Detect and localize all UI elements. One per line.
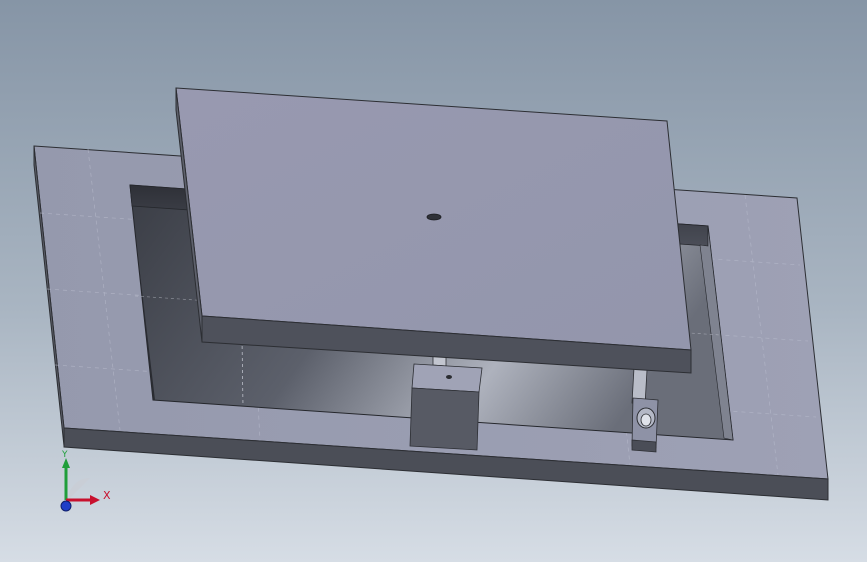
z-axis-dot	[60, 500, 72, 512]
rod-clamp-side	[631, 439, 657, 453]
x-axis-arrowhead	[90, 495, 100, 505]
top-plate[interactable]	[175, 87, 692, 374]
y-axis-label: Y	[61, 450, 68, 460]
motor-block-front-face[interactable]	[409, 387, 480, 451]
rod-clamp-bore-inner	[640, 413, 652, 427]
triad-plane-shading	[68, 478, 90, 500]
motor-block-hole	[446, 375, 452, 379]
graphics-viewport[interactable]: X Y	[0, 0, 867, 562]
top-plate-center-hole[interactable]	[426, 213, 442, 221]
motor-block[interactable]	[409, 363, 483, 451]
rod-clamp[interactable]	[631, 397, 659, 453]
3d-model-scene[interactable]	[0, 0, 867, 562]
x-axis-label: X	[103, 489, 111, 502]
coordinate-triad[interactable]: X Y	[48, 448, 118, 520]
